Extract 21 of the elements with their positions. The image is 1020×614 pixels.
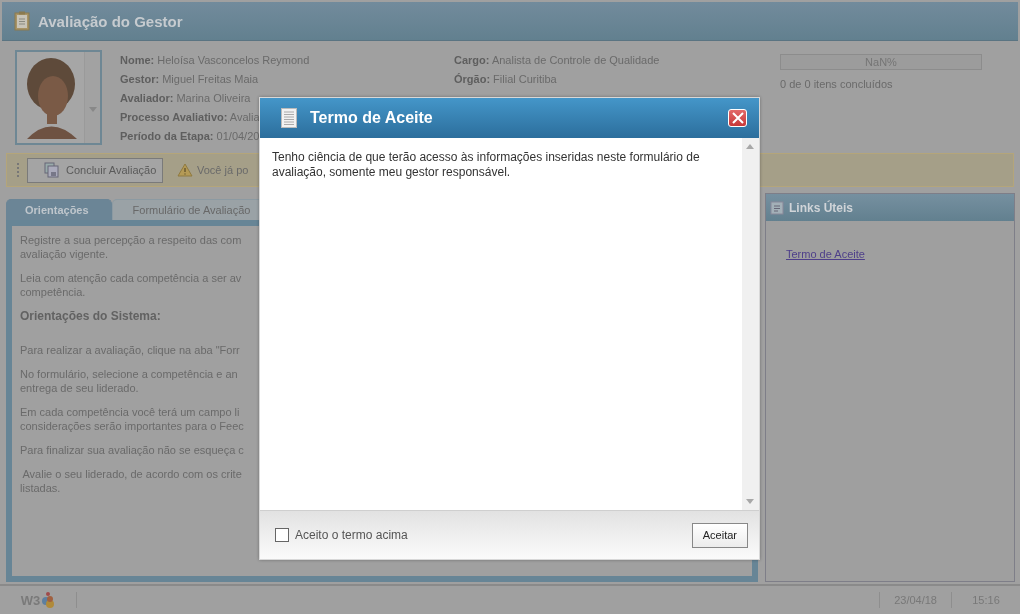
copy-icon: [44, 162, 60, 178]
logo-icon: [41, 591, 56, 609]
dialog-title: Termo de Aceite: [310, 109, 434, 127]
close-button[interactable]: [728, 109, 747, 127]
caret-icon[interactable]: [88, 107, 97, 112]
conclude-button[interactable]: Concluir Avaliação: [27, 157, 163, 183]
section-heading: Orientações do Sistema:: [20, 309, 161, 323]
links-icon: [770, 200, 784, 215]
panel-title: Links Úteis: [789, 200, 854, 215]
warning-message: Você já po: [197, 164, 249, 176]
page-title: Avaliação do Gestor: [38, 12, 183, 30]
checkbox[interactable]: [275, 528, 289, 542]
scrollbar[interactable]: [742, 138, 759, 510]
tab[interactable]: Orientações: [6, 199, 112, 220]
term-link[interactable]: Termo de Aceite: [786, 248, 865, 260]
document-icon: [281, 108, 297, 128]
dialog-text: Tenho ciência de que terão acesso às informações inseridas neste formulário de avaliação, somente meu gestor responsável.: [271, 149, 701, 181]
checkbox-label: Aceito o termo acima: [295, 528, 408, 542]
clipboard-icon: [14, 11, 30, 31]
warning-icon: [177, 163, 193, 177]
accept-button[interactable]: Aceitar: [691, 522, 748, 548]
